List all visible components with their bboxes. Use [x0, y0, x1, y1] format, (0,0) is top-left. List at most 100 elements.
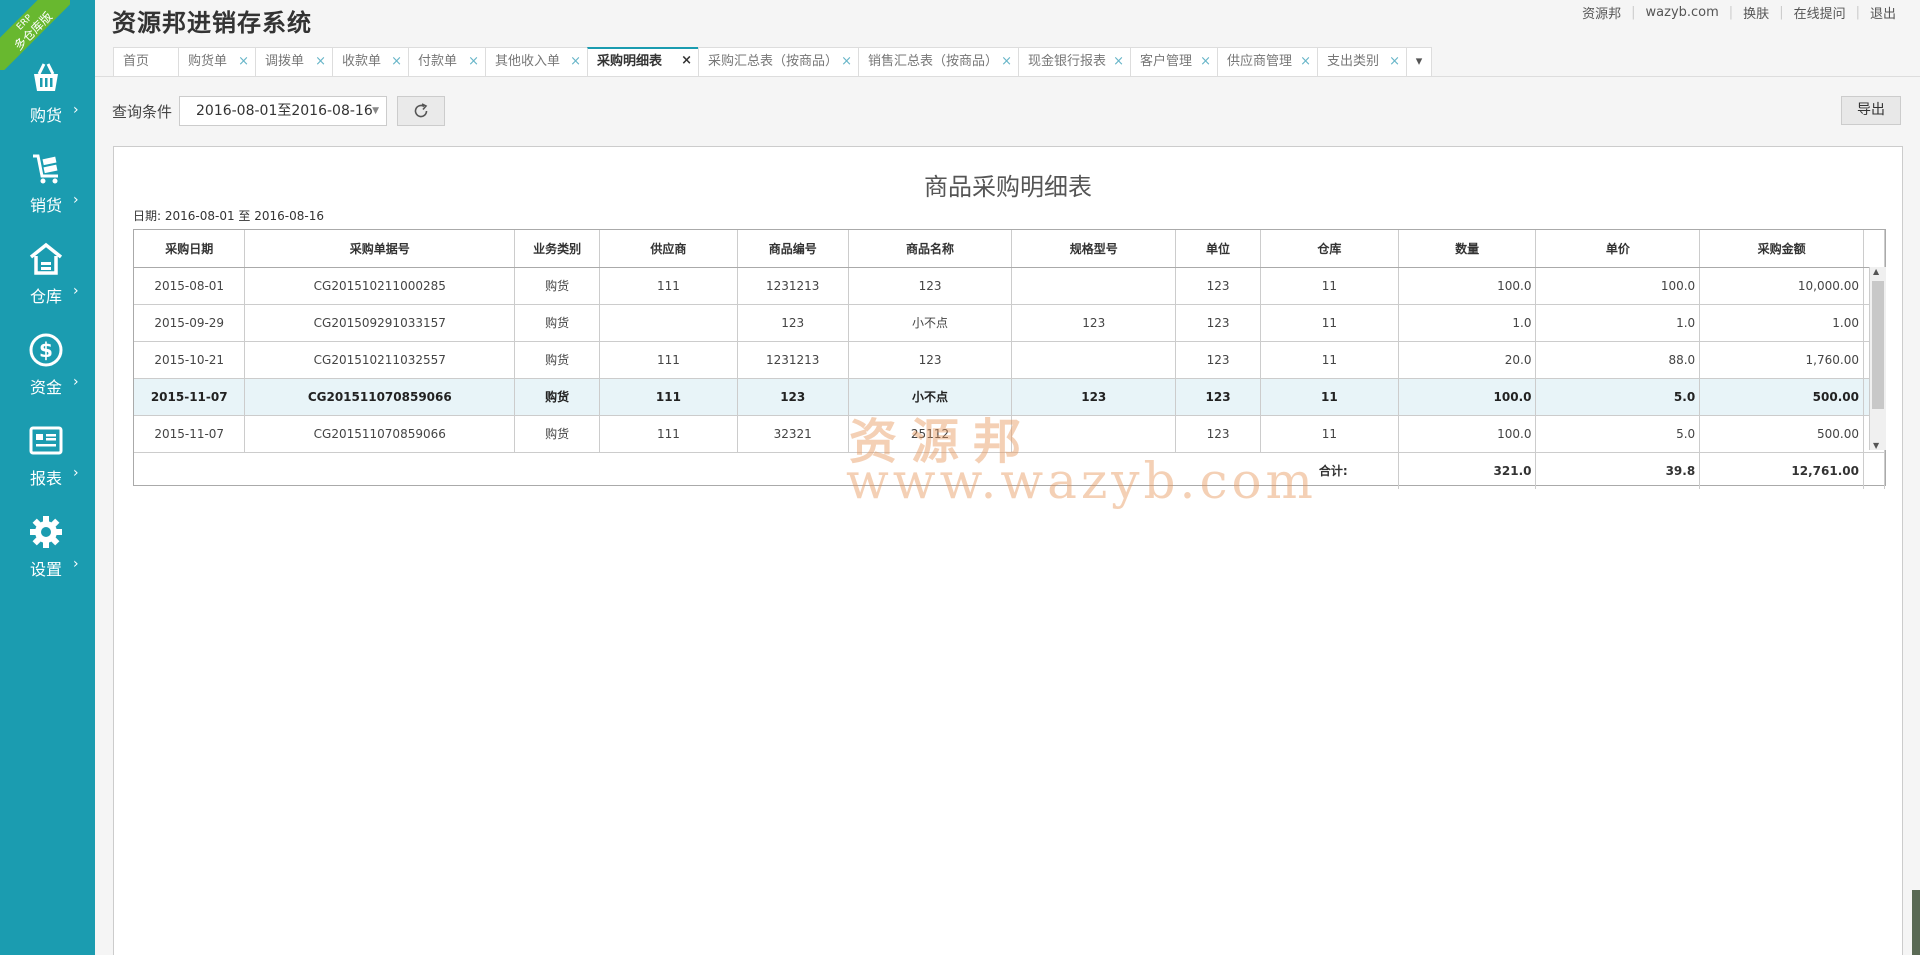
date-range-select[interactable]: 2016-08-01至2016-08-16 ▼ — [179, 96, 387, 126]
grid-header-row: 采购日期 采购单据号 业务类别 供应商 商品编号 商品名称 规格型号 单位 仓库… — [134, 230, 1886, 268]
tab-label: 供应商管理 — [1227, 54, 1293, 69]
link-logout[interactable]: 退出 — [1860, 3, 1906, 22]
tab-purchase-detail[interactable]: 采购明细表 × — [587, 47, 698, 76]
table-cell: 111 — [599, 378, 738, 416]
tab-purchase-order[interactable]: 购货单 × — [178, 47, 255, 76]
report-title: 商品采购明细表 — [924, 173, 1092, 201]
table-cell: 11 — [1260, 415, 1399, 453]
col-header-order-no[interactable]: 采购单据号 — [244, 230, 516, 268]
tab-label: 销售汇总表（按商品） — [868, 54, 999, 69]
table-cell: 111 — [599, 415, 738, 453]
grid-scrollbar[interactable]: ▲ ▼ — [1869, 267, 1886, 450]
gear-icon — [30, 516, 62, 548]
table-cell: CG201509291033157 — [244, 304, 516, 342]
table-cell: 88.0 — [1535, 341, 1701, 379]
tab-other-income[interactable]: 其他收入单 × — [485, 47, 587, 76]
col-header-quantity[interactable]: 数量 — [1398, 230, 1537, 268]
table-row[interactable]: 2015-11-07 CG201511070859066 购货 111 32321 251… — [134, 415, 1886, 453]
grid-total-row: 合计: 321.0 39.8 12,761.00 — [134, 451, 1886, 489]
tab-payment[interactable]: 付款单 × — [408, 47, 485, 76]
sidebar-item-settings[interactable]: 设置 › — [0, 514, 95, 594]
tab-label: 现金银行报表 — [1028, 54, 1107, 69]
tab-receipt[interactable]: 收款单 × — [332, 47, 408, 76]
close-icon[interactable]: × — [681, 48, 692, 73]
tab-expense-category[interactable]: 支出类别 × — [1317, 47, 1406, 76]
dollar-icon: $ — [29, 333, 63, 367]
col-header-spec[interactable]: 规格型号 — [1011, 230, 1177, 268]
col-header-item-code[interactable]: 商品编号 — [737, 230, 849, 268]
scrollbar-thumb[interactable] — [1872, 281, 1884, 409]
table-cell: 10,000.00 — [1699, 267, 1864, 305]
table-row[interactable]: 2015-09-29 CG201509291033157 购货 123 小不点 123 12… — [134, 304, 1886, 342]
link-online-help[interactable]: 在线提问 — [1784, 3, 1856, 22]
tab-label: 其他收入单 — [495, 54, 561, 69]
tab-customer-management[interactable]: 客户管理 × — [1130, 47, 1217, 76]
sidebar-item-warehouse[interactable]: 仓库 › — [0, 241, 95, 321]
table-row[interactable]: 2015-11-07 CG201511070859066 购货 111 123 小不点 12… — [134, 378, 1886, 416]
report-date-range: 日期: 2016-08-01 至 2016-08-16 — [133, 209, 324, 223]
close-icon[interactable]: × — [238, 48, 249, 76]
col-header-amount[interactable]: 采购金额 — [1699, 230, 1864, 268]
date-range-value: 2016-08-01至2016-08-16 — [196, 103, 373, 119]
report-icon — [29, 426, 63, 455]
tab-sales-summary[interactable]: 销售汇总表（按商品） × — [858, 47, 1018, 76]
total-unit-price: 39.8 — [1535, 451, 1701, 489]
query-label: 查询条件 — [112, 103, 173, 121]
close-icon[interactable]: × — [391, 48, 402, 76]
tab-label: 采购汇总表（按商品） — [708, 54, 839, 69]
scroll-down-icon[interactable]: ▼ — [1873, 441, 1879, 450]
grid-table: 采购日期 采购单据号 业务类别 供应商 商品编号 商品名称 规格型号 单位 仓库… — [134, 230, 1886, 489]
table-row[interactable]: 2015-10-21 CG201510211032557 购货 111 1231213 1… — [134, 341, 1886, 379]
col-header-warehouse[interactable]: 仓库 — [1260, 230, 1399, 268]
table-cell: 100.0 — [1398, 415, 1537, 453]
col-header-supplier[interactable]: 供应商 — [599, 230, 738, 268]
tab-purchase-summary[interactable]: 采购汇总表（按商品） × — [698, 47, 858, 76]
tab-label: 收款单 — [342, 54, 382, 69]
table-cell: 5.0 — [1535, 415, 1701, 453]
tab-label: 购货单 — [188, 54, 228, 69]
tab-more-dropdown[interactable]: ▾ — [1406, 47, 1432, 76]
table-cell: 2015-11-07 — [134, 378, 246, 416]
tab-supplier-management[interactable]: 供应商管理 × — [1217, 47, 1317, 76]
close-icon[interactable]: × — [468, 48, 479, 76]
close-icon[interactable]: × — [1113, 48, 1124, 76]
refresh-button[interactable] — [397, 96, 445, 126]
table-cell: 123 — [1175, 415, 1261, 453]
close-icon[interactable]: × — [1389, 48, 1400, 76]
tab-cash-bank-report[interactable]: 现金银行报表 × — [1018, 47, 1130, 76]
col-header-date[interactable]: 采购日期 — [134, 230, 246, 268]
close-icon[interactable]: × — [1001, 48, 1012, 76]
table-cell: 25112 — [848, 415, 1013, 453]
tab-home[interactable]: 首页 — [113, 47, 178, 76]
table-cell: 500.00 — [1699, 378, 1864, 416]
sidebar-item-reports[interactable]: 报表 › — [0, 423, 95, 503]
sidebar-item-label: 报表 — [30, 469, 63, 488]
col-header-item-name[interactable]: 商品名称 — [848, 230, 1013, 268]
col-header-business-type[interactable]: 业务类别 — [514, 230, 601, 268]
close-icon[interactable]: × — [841, 48, 852, 76]
tab-transfer-order[interactable]: 调拨单 × — [255, 47, 332, 76]
link-brand[interactable]: 资源邦 — [1572, 3, 1631, 22]
col-header-unit[interactable]: 单位 — [1175, 230, 1261, 268]
close-icon[interactable]: × — [1200, 48, 1211, 76]
sidebar-item-purchase[interactable]: 购货 › — [0, 60, 95, 140]
tab-label: 调拨单 — [265, 54, 305, 69]
table-cell: 1231213 — [737, 267, 849, 305]
sidebar-item-funds[interactable]: $ 资金 › — [0, 332, 95, 412]
chevron-right-icon: › — [73, 374, 79, 390]
close-icon[interactable]: × — [1300, 48, 1311, 76]
sidebar-item-label: 资金 — [30, 378, 63, 397]
tab-label: 支出类别 — [1327, 54, 1380, 69]
export-button[interactable]: 导出 — [1841, 96, 1901, 125]
table-row[interactable]: 2015-08-01 CG201510211000285 购货 111 1231213 1… — [134, 267, 1886, 305]
sidebar-item-sales[interactable]: 销货 › — [0, 150, 95, 230]
col-header-unit-price[interactable]: 单价 — [1535, 230, 1701, 268]
link-change-skin[interactable]: 换肤 — [1733, 3, 1779, 22]
scroll-up-icon[interactable]: ▲ — [1873, 267, 1879, 276]
close-icon[interactable]: × — [570, 48, 581, 76]
table-cell: 2015-09-29 — [134, 304, 246, 342]
close-icon[interactable]: × — [315, 48, 326, 76]
table-cell: 32321 — [737, 415, 849, 453]
link-website[interactable]: wazyb.com — [1636, 5, 1729, 20]
table-cell: 1.0 — [1535, 304, 1701, 342]
